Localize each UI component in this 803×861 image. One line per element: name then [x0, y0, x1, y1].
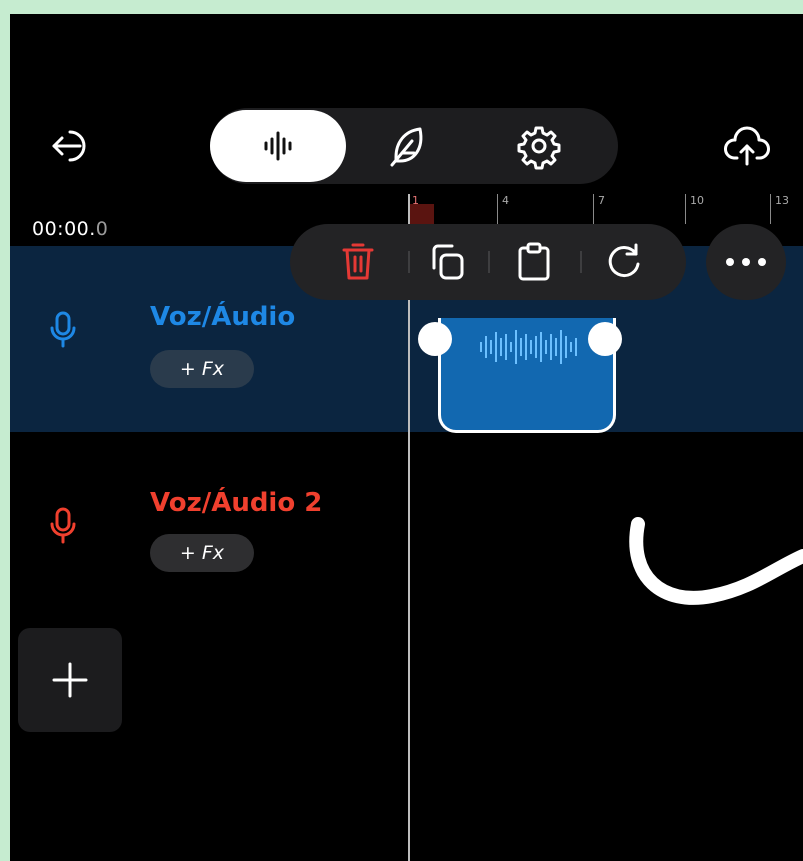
clip-context-toolbar	[290, 224, 686, 300]
tab-feather[interactable]	[382, 121, 432, 171]
curved-arrow-annotation	[629, 517, 803, 605]
ruler-mark-1: 1	[412, 194, 419, 207]
delete-button[interactable]	[336, 240, 380, 284]
time-display: 00:00.0	[32, 218, 108, 240]
copy-button[interactable]	[426, 240, 470, 284]
cloud-upload-icon	[724, 126, 770, 166]
microphone-icon	[50, 507, 76, 544]
tab-settings[interactable]	[514, 121, 564, 171]
toolbar-divider	[488, 251, 490, 273]
track-1-fx-button[interactable]: + Fx	[150, 350, 254, 388]
paste-icon	[518, 242, 550, 281]
ruler-mark-13: 13	[775, 194, 789, 207]
add-track-button[interactable]	[18, 628, 122, 732]
track-2-name[interactable]: Voz/Áudio 2	[150, 488, 322, 518]
back-button[interactable]	[50, 126, 100, 166]
track-2-fx-button[interactable]: + Fx	[150, 534, 254, 572]
redo-button[interactable]	[602, 240, 646, 284]
gear-icon	[517, 126, 561, 170]
time-main: 00:00.	[32, 218, 96, 240]
paste-button[interactable]	[512, 240, 556, 284]
tab-waveform[interactable]	[253, 121, 303, 171]
time-fraction: 0	[95, 218, 109, 240]
redo-icon	[608, 243, 640, 278]
toolbar-divider	[408, 251, 410, 273]
clip-trim-handle-right[interactable]	[588, 322, 622, 356]
clip-trim-handle-left[interactable]	[418, 322, 452, 356]
ruler-tick	[593, 194, 594, 224]
app-screen: 00:00.0 1 4 7 10 13 Voz/Áudio + Fx Voz/Á…	[10, 14, 803, 861]
more-options-button[interactable]	[706, 224, 786, 300]
plus-icon	[52, 662, 88, 698]
ruler-mark-4: 4	[502, 194, 509, 207]
copy-icon	[432, 244, 464, 280]
ruler-tick	[497, 194, 498, 224]
trash-icon	[342, 243, 374, 280]
microphone-icon	[50, 311, 76, 348]
track-1-name[interactable]: Voz/Áudio	[150, 302, 295, 332]
track-2-mic-button[interactable]	[48, 506, 78, 550]
back-arrow-icon	[52, 130, 86, 162]
upload-button[interactable]	[722, 122, 772, 172]
more-horizontal-icon	[726, 258, 766, 266]
ruler-tick	[770, 194, 771, 224]
ruler-mark-7: 7	[598, 194, 605, 207]
ruler-mark-10: 10	[690, 194, 704, 207]
ruler-tick	[685, 194, 686, 224]
clip-waveform	[480, 330, 577, 364]
track-1-mic-button[interactable]	[48, 310, 78, 354]
toolbar-divider	[580, 251, 582, 273]
waveform-icon	[264, 131, 292, 161]
feather-icon	[390, 127, 423, 167]
